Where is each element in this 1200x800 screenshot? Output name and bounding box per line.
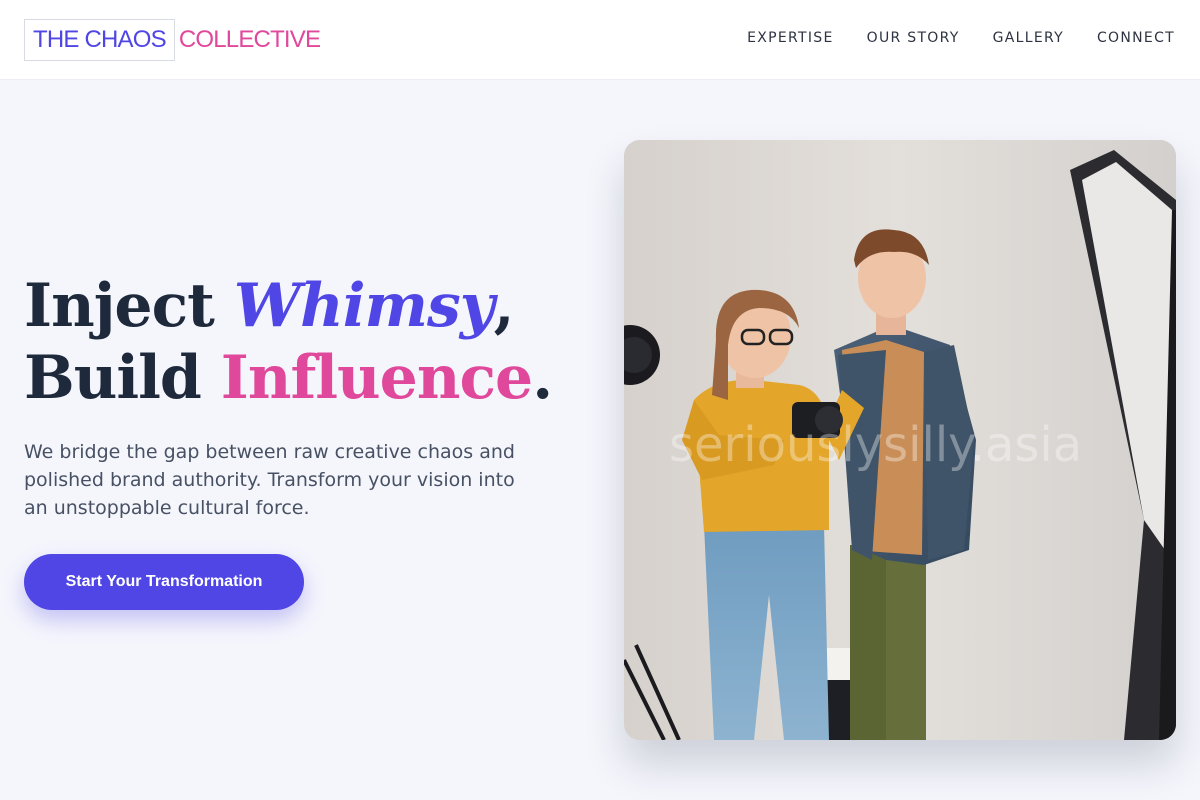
site-header: THE CHAOS COLLECTIVE EXPERTISE OUR STORY… bbox=[0, 0, 1200, 80]
hero-headline: Inject Whimsy, Build Influence. bbox=[24, 270, 553, 414]
headline-period: . bbox=[532, 343, 553, 413]
headline-comma: , bbox=[493, 271, 515, 341]
hero-description: We bridge the gap between raw creative c… bbox=[24, 441, 515, 519]
image-watermark: seriouslysilly.asia bbox=[669, 417, 1083, 473]
logo-text-accent: COLLECTIVE bbox=[178, 26, 321, 53]
headline-word-inject: Inject bbox=[24, 271, 215, 341]
hero-photo: seriouslysilly.asia bbox=[624, 140, 1176, 740]
logo-text-primary: THE CHAOS bbox=[24, 19, 175, 61]
nav-link-our-story[interactable]: OUR STORY bbox=[867, 30, 960, 46]
headline-word-build: Build bbox=[24, 343, 202, 413]
headline-word-influence: Influence bbox=[220, 343, 533, 413]
headline-word-whimsy: Whimsy bbox=[233, 271, 495, 341]
main-nav: EXPERTISE OUR STORY GALLERY CONNECT bbox=[747, 30, 1175, 46]
nav-link-expertise[interactable]: EXPERTISE bbox=[747, 30, 834, 46]
logo[interactable]: THE CHAOS COLLECTIVE bbox=[24, 19, 321, 61]
nav-link-gallery[interactable]: GALLERY bbox=[993, 30, 1064, 46]
nav-link-connect[interactable]: CONNECT bbox=[1097, 30, 1175, 46]
start-transformation-button[interactable]: Start Your Transformation bbox=[24, 554, 304, 610]
